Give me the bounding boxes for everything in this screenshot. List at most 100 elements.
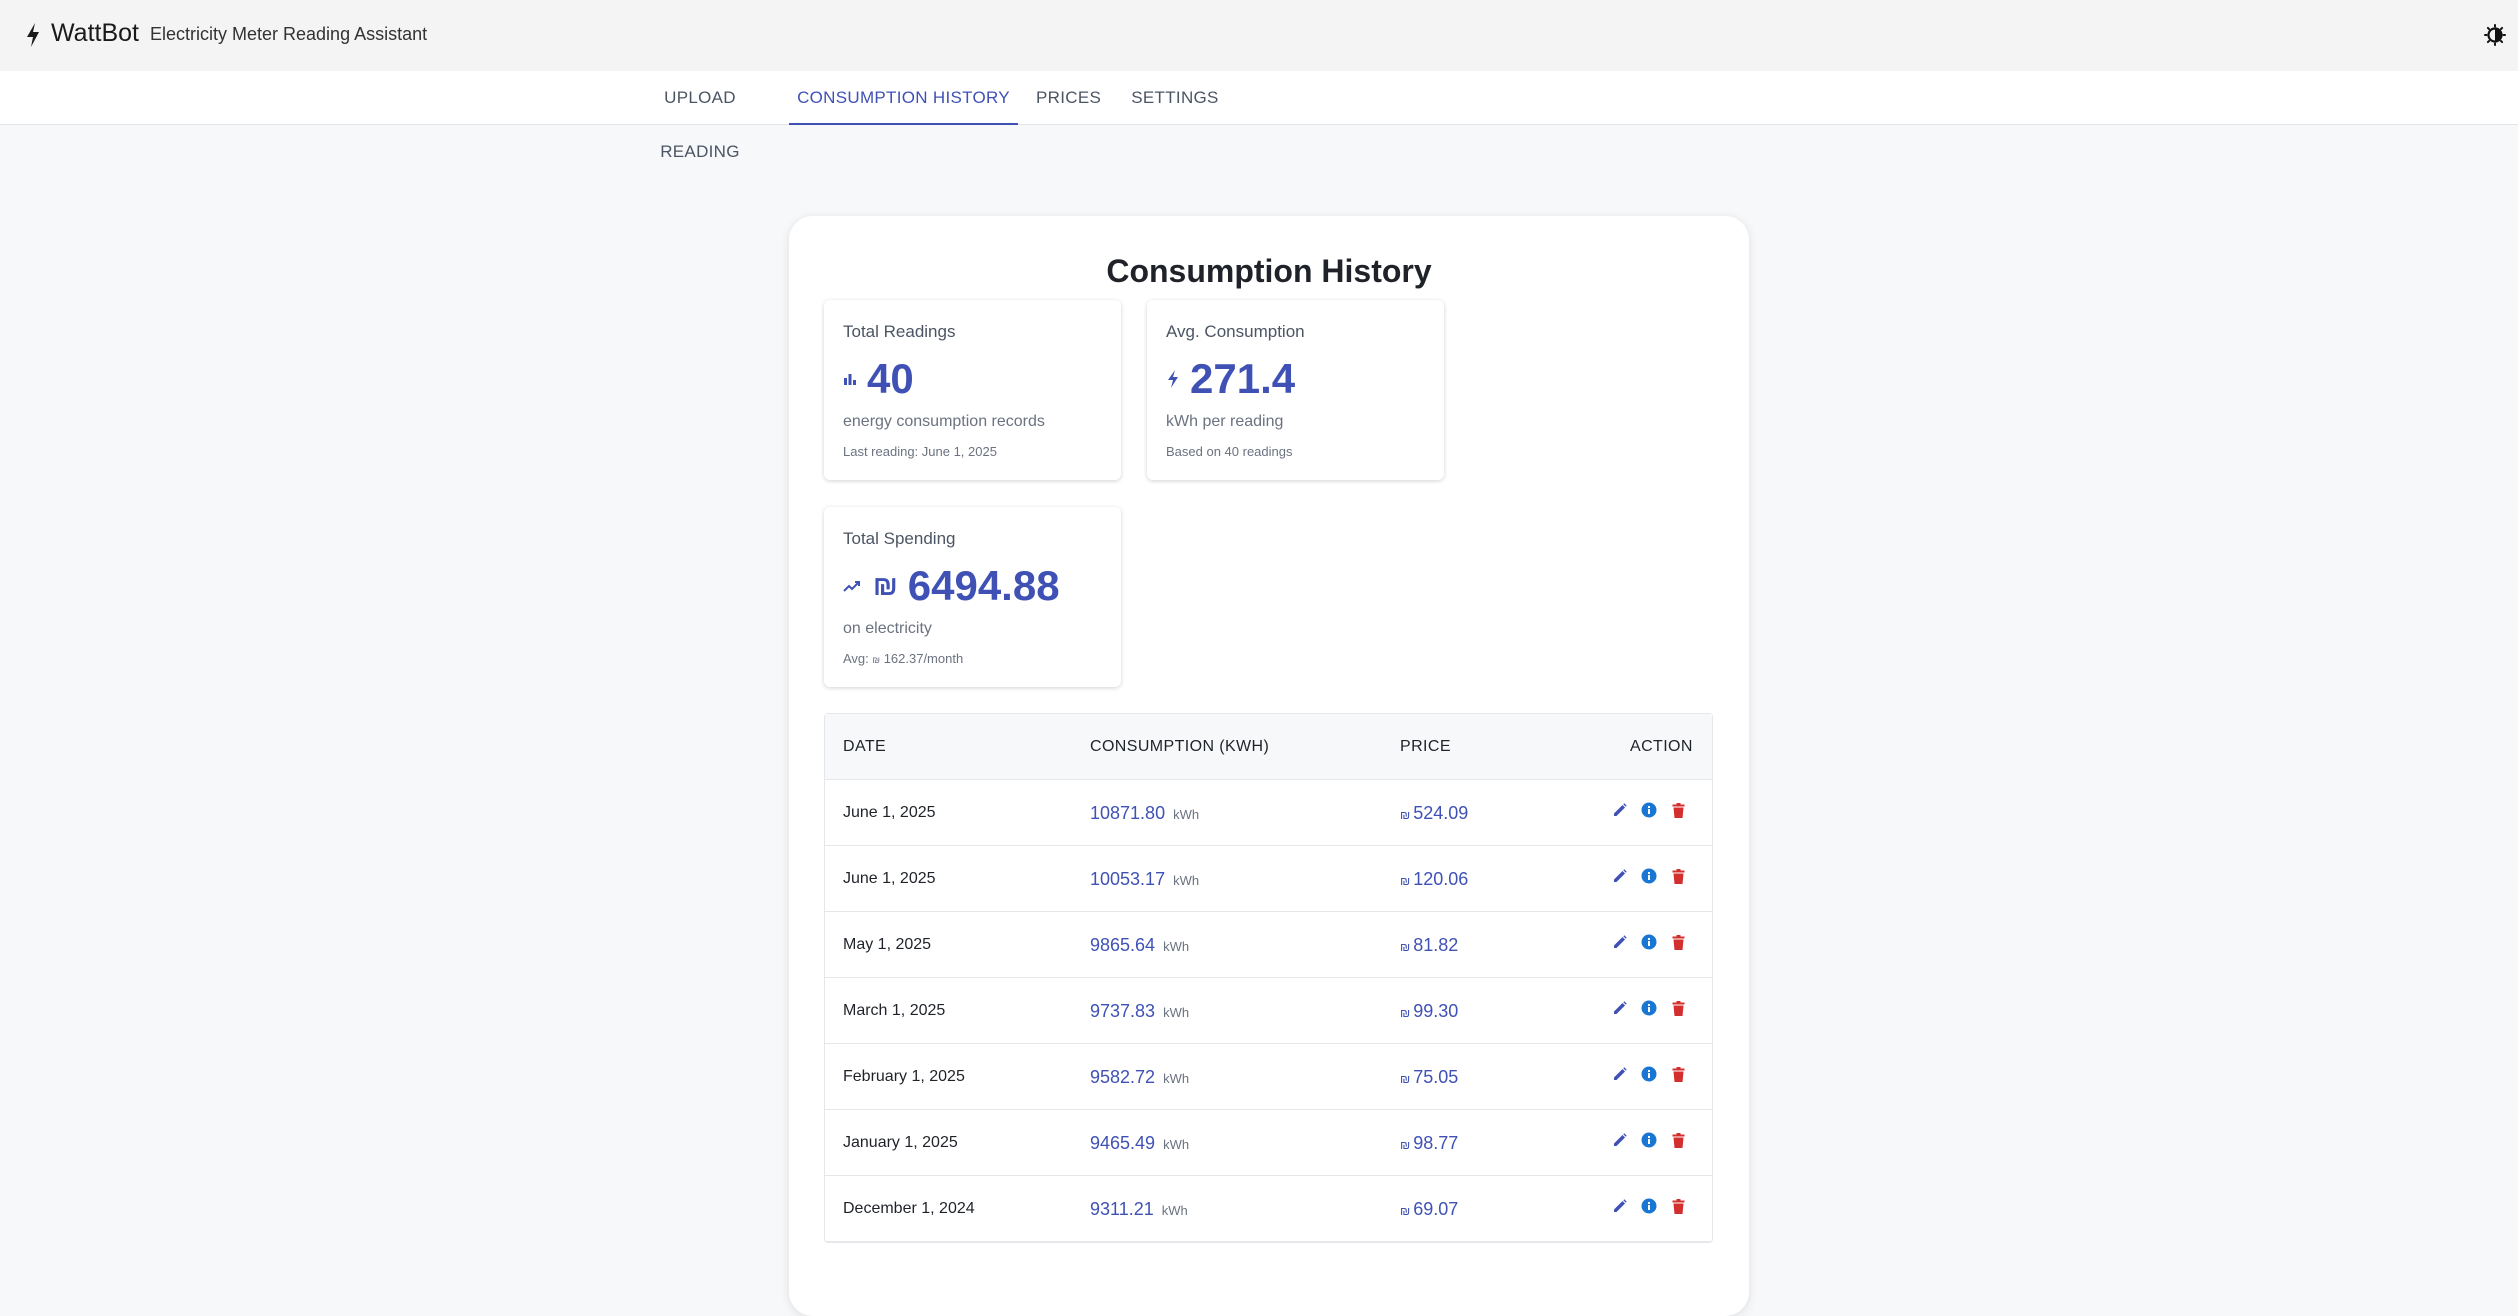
stat-subtext: Avg: ₪ 162.37/month: [843, 651, 963, 666]
row-date: March 1, 2025: [843, 1002, 946, 1019]
row-consumption: 9582.72 kWh: [1090, 1044, 1189, 1112]
edit-icon: [1614, 869, 1627, 882]
stat-label: Total Readings: [843, 322, 956, 341]
stat-total-readings: Total Readings 40 energy consumption rec…: [824, 300, 1121, 480]
consumption-unit: kWh: [1161, 1203, 1188, 1218]
row-actions: [1611, 801, 1687, 819]
stat-description: on electricity: [843, 620, 932, 637]
consumption-value: 9737.83: [1090, 1001, 1156, 1021]
price-value: 524.09: [1413, 803, 1469, 823]
info-button[interactable]: [1640, 1131, 1658, 1149]
stat-subtext: Last reading: June 1, 2025: [843, 444, 997, 459]
row-date: June 1, 2025: [843, 870, 936, 887]
info-button[interactable]: [1640, 801, 1658, 819]
edit-icon: [1614, 803, 1627, 816]
row-price: ₪ 69.07: [1400, 1176, 1458, 1244]
stat-value: 40: [867, 355, 914, 402]
info-button[interactable]: [1640, 933, 1658, 951]
edit-button[interactable]: [1611, 1197, 1629, 1215]
delete-button[interactable]: [1669, 801, 1687, 819]
consumption-value: 10871.80: [1090, 803, 1166, 823]
info-icon: [1641, 1066, 1657, 1082]
row-actions: [1611, 999, 1687, 1017]
row-date: June 1, 2025: [843, 804, 936, 821]
column-header-date: DATE: [843, 738, 887, 755]
row-date: December 1, 2024: [843, 1200, 975, 1217]
stat-subtext: Based on 40 readings: [1166, 444, 1293, 459]
row-actions: [1611, 1131, 1687, 1149]
currency-symbol: ₪: [1400, 874, 1411, 888]
consumption-unit: kWh: [1163, 1071, 1190, 1086]
page-title: Consumption History: [1106, 253, 1432, 289]
info-icon: [1641, 1000, 1657, 1016]
consumption-value: 9865.64: [1090, 935, 1156, 955]
delete-button[interactable]: [1669, 933, 1687, 951]
delete-button[interactable]: [1669, 999, 1687, 1017]
tab-upload-reading[interactable]: UPLOAD READING: [624, 71, 776, 161]
stat-label: Avg. Consumption: [1166, 322, 1305, 341]
info-icon: [1641, 934, 1657, 950]
delete-button[interactable]: [1669, 867, 1687, 885]
price-value: 69.07: [1413, 1199, 1459, 1219]
column-header-price: PRICE: [1400, 738, 1451, 755]
row-actions: [1611, 1197, 1687, 1215]
consumption-value: 10053.17: [1090, 869, 1166, 889]
row-actions: [1611, 933, 1687, 951]
currency-symbol: ₪: [1400, 1006, 1411, 1020]
currency-symbol: ₪: [873, 570, 898, 601]
edit-icon: [1614, 1133, 1627, 1146]
table-row: June 1, 2025 10871.80 kWh ₪ 524.09: [825, 780, 1712, 846]
tab-bar: UPLOAD READING CONSUMPTION HISTORY PRICE…: [0, 71, 2518, 161]
currency-symbol: ₪: [872, 655, 881, 665]
currency-symbol: ₪: [1400, 1138, 1411, 1152]
column-header-consumption: CONSUMPTION (KWH): [1090, 738, 1270, 755]
delete-button[interactable]: [1669, 1131, 1687, 1149]
info-button[interactable]: [1640, 867, 1658, 885]
edit-button[interactable]: [1611, 801, 1629, 819]
row-date: May 1, 2025: [843, 936, 932, 953]
row-consumption: 9465.49 kWh: [1090, 1110, 1189, 1178]
info-button[interactable]: [1640, 1197, 1658, 1215]
edit-icon: [1614, 1001, 1627, 1014]
info-button[interactable]: [1640, 999, 1658, 1017]
edit-button[interactable]: [1611, 999, 1629, 1017]
edit-button[interactable]: [1611, 1065, 1629, 1083]
info-button[interactable]: [1640, 1065, 1658, 1083]
info-icon: [1641, 1198, 1657, 1214]
row-price: ₪ 524.09: [1400, 780, 1468, 848]
currency-symbol: ₪: [1400, 940, 1411, 954]
price-value: 81.82: [1413, 935, 1459, 955]
column-header-action: ACTION: [1630, 738, 1693, 755]
delete-icon: [1672, 1000, 1684, 1016]
delete-button[interactable]: [1669, 1197, 1687, 1215]
tab-settings[interactable]: SETTINGS: [1130, 71, 1220, 125]
consumption-unit: kWh: [1163, 1005, 1190, 1020]
currency-symbol: ₪: [1400, 1204, 1411, 1218]
app-subtitle: Electricity Meter Reading Assistant: [150, 24, 428, 44]
table-row: June 1, 2025 10053.17 kWh ₪ 120.06: [825, 846, 1712, 912]
row-price: ₪ 81.82: [1400, 912, 1458, 980]
delete-icon: [1672, 1066, 1684, 1082]
table-body: June 1, 2025 10871.80 kWh ₪ 524.09 June …: [825, 780, 1712, 1242]
edit-button[interactable]: [1611, 933, 1629, 951]
price-value: 120.06: [1413, 869, 1469, 889]
delete-button[interactable]: [1669, 1065, 1687, 1083]
price-value: 99.30: [1413, 1001, 1459, 1021]
edit-button[interactable]: [1611, 867, 1629, 885]
row-consumption: 10871.80 kWh: [1090, 780, 1199, 848]
tab-consumption-history[interactable]: CONSUMPTION HISTORY: [789, 71, 1018, 125]
price-value: 75.05: [1413, 1067, 1459, 1087]
app-bar: WattBot Electricity Meter Reading Assist…: [0, 0, 2518, 71]
table-header: DATE CONSUMPTION (KWH) PRICE ACTION: [825, 714, 1712, 780]
consumption-unit: kWh: [1173, 873, 1200, 888]
stat-avg-consumption: Avg. Consumption 271.4 kWh per reading B…: [1147, 300, 1444, 480]
row-price: ₪ 75.05: [1400, 1044, 1458, 1112]
consumption-unit: kWh: [1173, 807, 1200, 822]
bar-chart-icon: [844, 374, 856, 385]
theme-toggle-icon[interactable]: [2484, 24, 2506, 46]
delete-icon: [1672, 1198, 1684, 1214]
edit-button[interactable]: [1611, 1131, 1629, 1149]
tab-prices[interactable]: PRICES: [1036, 71, 1101, 125]
delete-icon: [1672, 1132, 1684, 1148]
table-row: December 1, 2024 9311.21 kWh ₪ 69.07: [825, 1176, 1712, 1242]
